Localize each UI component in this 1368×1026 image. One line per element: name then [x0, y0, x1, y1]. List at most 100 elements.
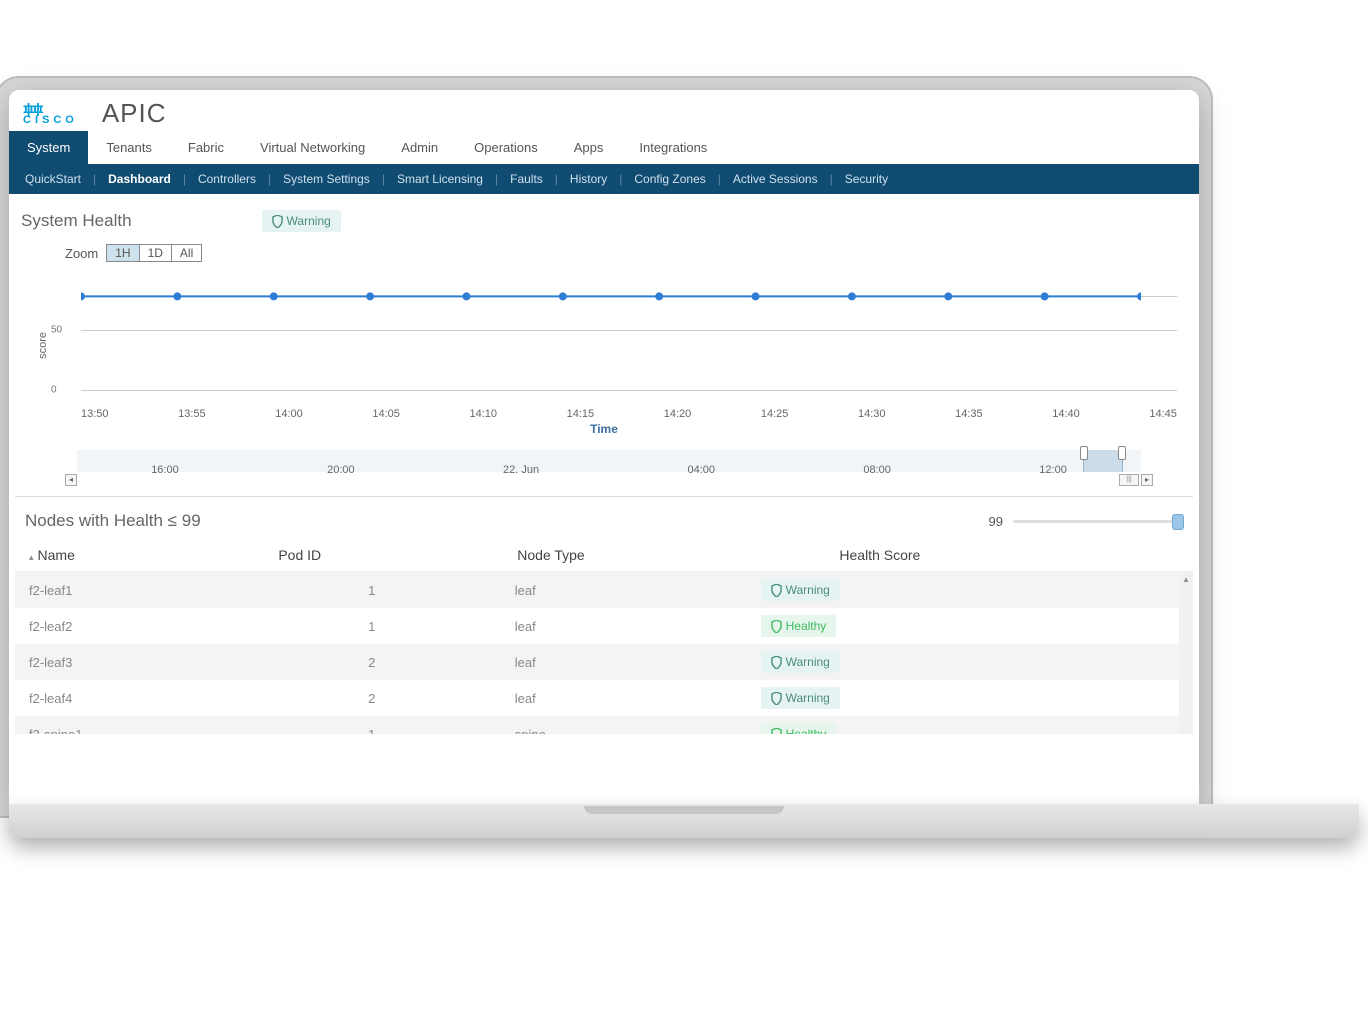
gridline	[81, 390, 1177, 391]
cell-name: f2-spine1	[15, 716, 354, 734]
navigator-scroll-right[interactable]: ▸	[1141, 474, 1153, 486]
tab-system[interactable]: System	[9, 131, 88, 164]
health-badge: Healthy	[761, 723, 837, 734]
table-row[interactable]: f2-leaf42leaf Warning	[15, 680, 1193, 716]
tab-integrations[interactable]: Integrations	[621, 131, 725, 164]
app-window: ɪ|ɪɪ|ɪ CISCO APIC SystemTenantsFabricVir…	[9, 90, 1199, 804]
table-row[interactable]: f2-leaf21leaf Healthy	[15, 608, 1193, 644]
zoom-all[interactable]: All	[172, 245, 201, 261]
subnav-active-sessions[interactable]: Active Sessions	[725, 170, 826, 188]
shield-icon	[771, 692, 782, 705]
subnav-security[interactable]: Security	[837, 170, 896, 188]
table-scrollbar[interactable]: ▴	[1179, 572, 1193, 734]
tab-operations[interactable]: Operations	[456, 131, 556, 164]
column-name[interactable]: ▴Name	[15, 539, 264, 572]
tab-virtual-networking[interactable]: Virtual Networking	[242, 131, 383, 164]
x-tick: 14:05	[372, 408, 400, 420]
zoom-controls: Zoom 1H1DAll	[15, 232, 1193, 270]
x-tick: 13:55	[178, 408, 206, 420]
x-tick: 14:40	[1052, 408, 1080, 420]
cell-name: f2-leaf3	[15, 644, 354, 680]
x-tick: 14:15	[567, 408, 595, 420]
zoom-label: Zoom	[65, 246, 98, 261]
subnav-config-zones[interactable]: Config Zones	[626, 170, 713, 188]
cell-node-type: leaf	[501, 644, 747, 680]
sort-asc-icon: ▴	[29, 552, 34, 562]
health-badge: Warning	[761, 687, 840, 709]
column-node-type[interactable]: Node Type	[503, 539, 825, 572]
shield-icon	[272, 215, 283, 228]
system-health-title: System Health	[21, 211, 132, 231]
cell-health-score: Warning	[747, 572, 1193, 608]
slider-thumb[interactable]	[1172, 514, 1184, 530]
navigator-grip[interactable]: |||	[1119, 474, 1139, 486]
cisco-logo: ɪ|ɪɪ|ɪ CISCO	[23, 101, 78, 126]
tab-admin[interactable]: Admin	[383, 131, 456, 164]
app-title: APIC	[102, 98, 167, 129]
column-health-score[interactable]: Health Score	[825, 539, 1193, 572]
subnav-quickstart[interactable]: QuickStart	[17, 170, 89, 188]
cell-node-type: spine	[501, 716, 747, 734]
cell-name: f2-leaf4	[15, 680, 354, 716]
cisco-logo-bars: ɪ|ɪɪ|ɪ	[23, 101, 78, 115]
x-tick: 14:20	[664, 408, 692, 420]
separator: |	[264, 172, 275, 186]
navigator-handle-right[interactable]	[1118, 446, 1126, 460]
separator: |	[615, 172, 626, 186]
status-text: Warning	[287, 214, 331, 228]
data-point	[270, 292, 278, 300]
subnav-smart-licensing[interactable]: Smart Licensing	[389, 170, 491, 188]
tab-tenants[interactable]: Tenants	[88, 131, 170, 164]
subnav-history[interactable]: History	[562, 170, 615, 188]
tab-fabric[interactable]: Fabric	[170, 131, 242, 164]
table-row[interactable]: f2-leaf32leaf Warning	[15, 644, 1193, 680]
line-plot-svg	[81, 270, 1141, 390]
slider-track[interactable]	[1013, 520, 1183, 523]
shield-icon	[771, 584, 782, 597]
table-row[interactable]: f2-spine11spine Healthy	[15, 716, 1193, 734]
cell-pod-id: 2	[354, 680, 501, 716]
navigator-window[interactable]	[1083, 450, 1123, 472]
navigator-handle-left[interactable]	[1080, 446, 1088, 460]
subnav-system-settings[interactable]: System Settings	[275, 170, 378, 188]
cell-health-score: Healthy	[747, 716, 1193, 734]
subnav-dashboard[interactable]: Dashboard	[100, 170, 179, 188]
table-row[interactable]: f2-leaf11leaf Warning	[15, 572, 1193, 608]
separator: |	[491, 172, 502, 186]
separator: |	[714, 172, 725, 186]
chart-y-label: score	[35, 332, 51, 359]
shield-icon	[771, 620, 782, 633]
slider-value: 99	[989, 514, 1003, 529]
tab-apps[interactable]: Apps	[556, 131, 622, 164]
zoom-1d[interactable]: 1D	[140, 245, 172, 261]
cell-name: f2-leaf1	[15, 572, 354, 608]
cisco-logo-text: CISCO	[23, 115, 78, 126]
chart-x-label: Time	[15, 422, 1193, 436]
subnav-controllers[interactable]: Controllers	[190, 170, 264, 188]
cell-pod-id: 1	[354, 716, 501, 734]
data-point	[752, 292, 760, 300]
shield-icon	[771, 656, 782, 669]
scroll-up-icon[interactable]: ▴	[1179, 572, 1193, 586]
cell-pod-id: 1	[354, 572, 501, 608]
cell-health-score: Warning	[747, 680, 1193, 716]
health-chart: score 050 13:5013:5514:0014:0514:1014:15…	[15, 270, 1193, 420]
cell-health-score: Healthy	[747, 608, 1193, 644]
cell-node-type: leaf	[501, 572, 747, 608]
chart-navigator[interactable]: 16:0020:0022. Jun04:0008:0012:00 ◂ ||| ▸	[65, 450, 1153, 486]
x-tick: 14:00	[275, 408, 303, 420]
data-point	[1137, 292, 1141, 300]
x-tick: 14:25	[761, 408, 789, 420]
data-point	[944, 292, 952, 300]
cell-node-type: leaf	[501, 680, 747, 716]
navigator-scroll-left[interactable]: ◂	[65, 474, 77, 486]
separator: |	[179, 172, 190, 186]
zoom-1h[interactable]: 1H	[107, 245, 139, 261]
health-badge: Warning	[761, 651, 840, 673]
subnav-faults[interactable]: Faults	[502, 170, 551, 188]
navigator-track[interactable]	[77, 450, 1141, 472]
health-threshold-slider[interactable]: 99	[989, 514, 1183, 529]
health-badge: Warning	[761, 579, 840, 601]
system-health-status-badge: Warning	[262, 210, 341, 232]
column-pod-id[interactable]: Pod ID	[264, 539, 503, 572]
